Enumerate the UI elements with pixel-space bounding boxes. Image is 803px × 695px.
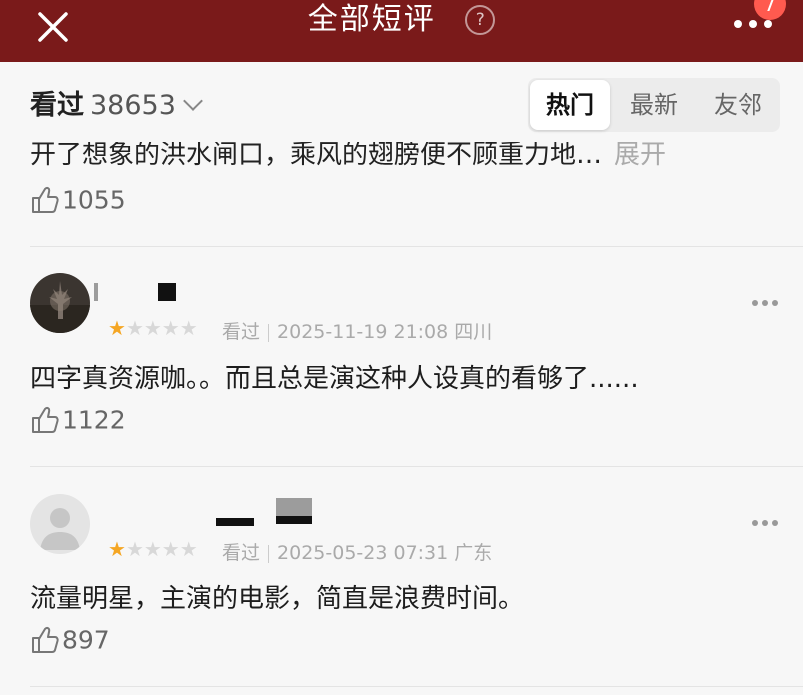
review-location: 广东	[454, 542, 493, 564]
rating-stars-empty: ★★★★	[125, 537, 198, 561]
username-redaction	[216, 518, 254, 526]
username-redaction	[276, 498, 312, 518]
page-title-wrap: 全部短评 ?	[0, 0, 803, 40]
avatar-image	[30, 273, 90, 333]
star-rating: ★★★★★	[108, 316, 198, 340]
like-count: 1122	[62, 405, 126, 435]
review-content: 流量明星，主演的电影，简直是浪费时间。	[30, 584, 525, 614]
username-redaction	[158, 283, 176, 301]
watch-status: 看过	[222, 542, 261, 564]
review-time: 2025-05-23 07:31	[277, 542, 449, 564]
review-meta: 看过 2025-05-23 07:31 广东	[222, 538, 492, 565]
help-icon[interactable]: ?	[465, 4, 496, 35]
tab-hot[interactable]: 热门	[530, 80, 610, 130]
thumbs-up-icon	[32, 407, 59, 433]
chevron-down-icon	[183, 91, 203, 111]
sort-tabs: 热门 最新 友邻	[528, 78, 780, 132]
review-content: 开了想象的洪水闸口，乘风的翅膀便不顾重力地…	[30, 142, 603, 170]
username-redaction	[94, 283, 98, 301]
top-bar: 全部短评 ? 7	[0, 0, 803, 62]
tab-latest[interactable]: 最新	[612, 78, 696, 132]
review-more-icon[interactable]	[752, 520, 780, 528]
star-rating: ★★★★★	[108, 537, 198, 561]
watch-status: 看过	[222, 321, 261, 343]
divider	[30, 466, 803, 467]
watched-filter[interactable]: 看过 38653	[30, 90, 203, 122]
review-time: 2025-11-19 21:08	[277, 321, 449, 343]
thumbs-up-icon	[32, 187, 59, 213]
tab-friends[interactable]: 友邻	[696, 78, 780, 132]
like-count: 897	[62, 625, 110, 655]
default-avatar-icon	[30, 494, 90, 554]
review-content-partial: 开了想象的洪水闸口，乘风的翅膀便不顾重力地… 展开	[30, 142, 666, 171]
avatar[interactable]	[30, 273, 90, 333]
like-count: 1055	[62, 185, 126, 215]
rating-stars-filled: ★	[108, 316, 126, 340]
divider	[30, 686, 803, 687]
review-location: 四川	[454, 321, 493, 343]
watched-count: 38653	[90, 90, 176, 121]
review-more-icon[interactable]	[752, 300, 780, 308]
watched-label: 看过	[30, 90, 84, 121]
like-button[interactable]: 897	[30, 624, 110, 655]
divider	[30, 246, 803, 247]
review-meta: 看过 2025-11-19 21:08 四川	[222, 317, 492, 344]
rating-stars-filled: ★	[108, 537, 126, 561]
username-redaction	[276, 516, 312, 524]
expand-link[interactable]: 展开	[614, 142, 666, 170]
page-title: 全部短评	[307, 1, 436, 37]
review-list: 开了想象的洪水闸口，乘风的翅膀便不顾重力地… 展开 1055 ★★★★★ 看过 20…	[0, 142, 803, 695]
filter-bar: 看过 38653 热门 最新 友邻	[0, 62, 803, 142]
avatar[interactable]	[30, 494, 90, 554]
rating-stars-empty: ★★★★	[125, 316, 198, 340]
like-button[interactable]: 1055	[30, 184, 126, 215]
review-content: 四字真资源咖。。而且总是演这种人设真的看够了......	[30, 364, 639, 394]
thumbs-up-icon	[32, 627, 59, 653]
like-button[interactable]: 1122	[30, 404, 126, 435]
